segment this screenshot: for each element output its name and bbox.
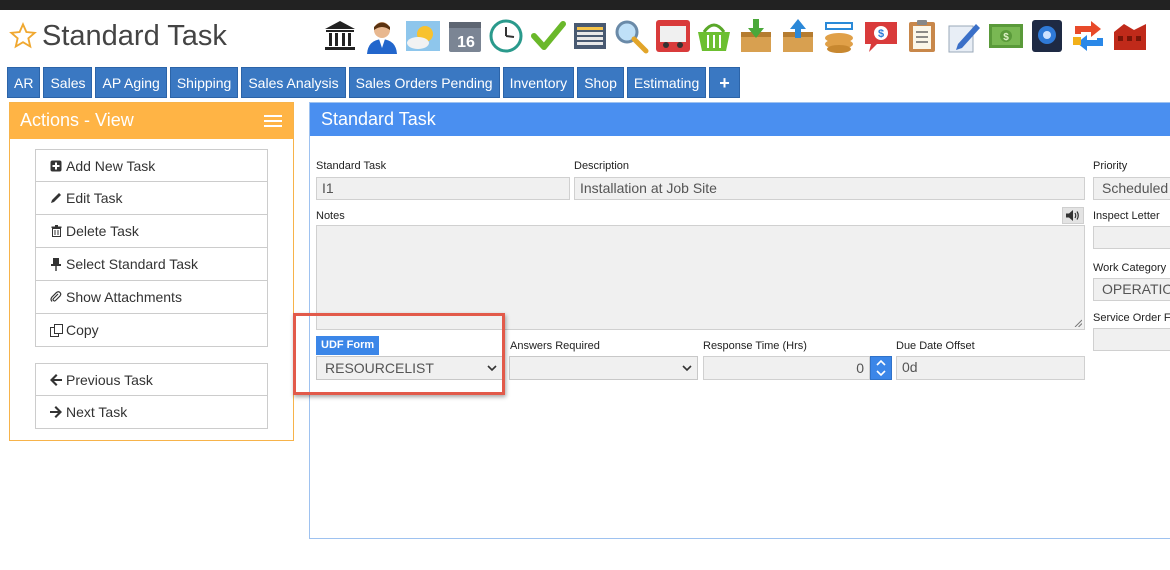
response-time-label: Response Time (Hrs) [703,340,807,352]
svg-text:16: 16 [457,34,475,51]
tab-sales[interactable]: Sales [43,67,93,98]
pushpin-icon [49,257,63,271]
copy-icon [49,323,63,337]
description-field[interactable]: Installation at Job Site [574,177,1085,200]
standard-task-field[interactable]: I1 [316,177,570,200]
tab-shipping[interactable]: Shipping [169,67,239,98]
actions-panel: Actions - View Add New Task Edit Task De… [9,102,294,441]
inspect-letter-label: Inspect Letter [1093,210,1160,222]
tab-estimating[interactable]: Estimating [626,67,707,98]
previous-task-label: Previous Task [66,371,153,388]
delete-task-label: Delete Task [66,223,139,239]
work-category-field[interactable]: OPERATIO [1093,278,1170,301]
basket-icon[interactable] [696,18,732,54]
pencil-edit-icon[interactable] [946,18,982,54]
work-category-label: Work Category [1093,262,1167,274]
transfer-arrows-icon[interactable] [1071,18,1107,54]
clipboard-icon[interactable] [904,18,940,54]
copy-label: Copy [66,322,99,338]
answers-required-label: Answers Required [510,340,600,352]
highlight-annotation [293,313,505,395]
checkmark-icon[interactable] [530,18,566,54]
add-new-task-button[interactable]: Add New Task [35,149,268,182]
show-attachments-label: Show Attachments [66,289,182,305]
service-order-field[interactable] [1093,328,1170,351]
previous-task-button[interactable]: Previous Task [35,363,268,396]
tab-ar[interactable]: AR [7,67,41,98]
show-attachments-button[interactable]: Show Attachments [35,281,268,314]
ship-outbox-icon[interactable] [780,18,816,54]
bank-icon[interactable] [322,18,358,54]
calendar-16-icon[interactable]: 16 [447,18,483,54]
chevron-down-icon [682,365,692,372]
tab-shop[interactable]: Shop [577,67,624,98]
next-task-button[interactable]: Next Task [35,396,268,429]
weather-icon[interactable] [405,18,441,54]
spreadsheet-icon[interactable] [572,18,608,54]
action-list-primary: Add New Task Edit Task Delete Task Selec… [35,149,268,347]
tab-ap-aging[interactable]: AP Aging [95,67,167,98]
actions-title: Actions - View [20,110,134,130]
svg-text:$: $ [1003,32,1009,43]
select-standard-task-button[interactable]: Select Standard Task [35,248,268,281]
next-task-label: Next Task [66,404,128,420]
trash-icon [49,225,63,237]
standard-task-label: Standard Task [316,160,387,172]
tab-sales-orders-pending[interactable]: Sales Orders Pending [348,67,500,98]
money-icon[interactable]: $ [988,18,1024,54]
cash-register-icon[interactable] [821,18,857,54]
select-standard-task-label: Select Standard Task [66,256,199,272]
tab-inventory[interactable]: Inventory [502,67,575,98]
pencil-icon [49,192,63,204]
actions-header: Actions - View [10,103,293,139]
truck-icon[interactable] [655,18,691,54]
toolbar-icon-bar: 16 $ $ [322,18,1154,58]
description-label: Description [574,160,630,172]
clock-icon[interactable] [488,18,524,54]
spinner-arrows-icon [876,359,886,377]
warehouse-icon[interactable] [1112,18,1148,54]
edit-task-label: Edit Task [66,190,123,206]
arrow-right-icon [49,406,63,418]
panel-header: Standard Task [310,103,1170,136]
priority-select[interactable]: Scheduled [1093,177,1170,200]
safe-icon[interactable] [1029,18,1065,54]
notes-label: Notes [316,210,345,222]
nav-tabs: AR Sales AP Aging Shipping Sales Analysi… [7,67,743,98]
resize-grip-icon[interactable] [1074,319,1082,327]
tab-sales-analysis[interactable]: Sales Analysis [241,67,346,98]
arrow-left-icon [49,373,63,386]
response-time-spinner[interactable] [870,356,892,380]
inspect-letter-field[interactable] [1093,226,1170,249]
star-outline-icon[interactable] [9,22,37,50]
service-order-label: Service Order F [1093,312,1170,324]
copy-button[interactable]: Copy [35,314,268,347]
delete-task-button[interactable]: Delete Task [35,215,268,248]
magnifier-icon[interactable] [613,18,649,54]
plus-square-icon [49,160,63,172]
due-date-offset-field[interactable]: 0d [896,356,1085,380]
answers-required-select[interactable] [509,356,698,380]
svg-text:$: $ [878,28,884,40]
top-strip [0,0,1170,10]
page-title: Standard Task [42,20,227,52]
add-new-task-label: Add New Task [66,157,156,174]
customer-icon[interactable] [364,18,400,54]
hamburger-menu-icon[interactable] [264,115,282,127]
due-date-offset-label: Due Date Offset [896,340,975,352]
price-bubble-icon[interactable]: $ [863,18,899,54]
edit-task-button[interactable]: Edit Task [35,182,268,215]
priority-label: Priority [1093,160,1128,172]
action-list-navigation: Previous Task Next Task [35,363,268,429]
paperclip-icon [49,291,63,303]
response-time-field[interactable]: 0 [703,356,870,380]
speaker-icon[interactable] [1062,207,1084,224]
add-tab-button[interactable]: + [709,67,740,98]
receive-inbox-icon[interactable] [738,18,774,54]
